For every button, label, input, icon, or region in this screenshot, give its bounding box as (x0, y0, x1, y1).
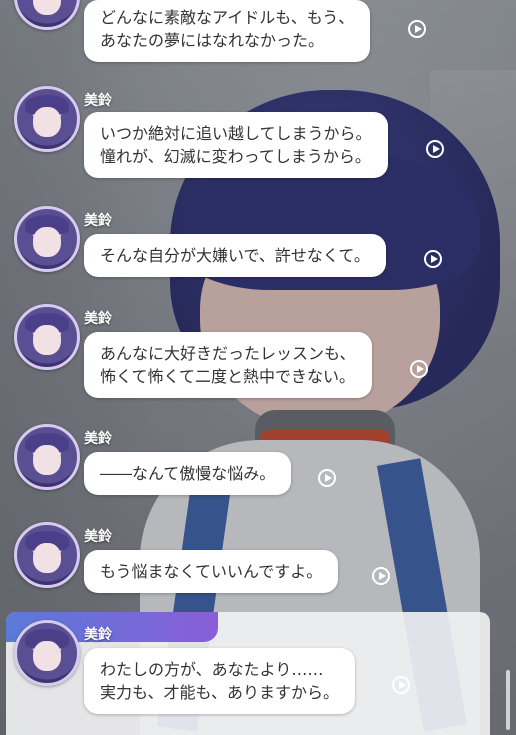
play-voice-button[interactable] (408, 20, 426, 38)
message-bubble: いつか絶対に追い越してしまうから。 憧れが、幻滅に変わってしまうから。 (84, 112, 388, 178)
message-bubble: そんな自分が大嫌いで、許せなくて。 (84, 234, 386, 277)
speaker-name: 美鈴 (84, 529, 112, 545)
message-line: 実力も、才能も、ありますから。 (100, 683, 340, 702)
message-line: どんなに素敵なアイドルも、もう、 (100, 8, 355, 27)
message-bubble: わたしの方が、あなたより…… 実力も、才能も、ありますから。 (84, 648, 356, 714)
message-line: そんな自分が大嫌いで、許せなくて。 (100, 246, 370, 265)
speaker-avatar (14, 86, 80, 152)
speaker-name: 美鈴 (84, 311, 112, 327)
play-voice-button[interactable] (392, 676, 410, 694)
speaker-name: 美鈴 (84, 213, 112, 229)
message-line: あなたの夢にはなれなかった。 (100, 31, 325, 50)
play-voice-button[interactable] (372, 567, 390, 585)
message-line: わたしの方が、あなたより…… (100, 660, 324, 679)
message-line: いつか絶対に追い越してしまうから。 (100, 124, 372, 143)
message-bubble: ――なんて傲慢な悩み。 (84, 452, 292, 495)
log-scrollbar[interactable] (506, 670, 510, 730)
speaker-avatar (14, 620, 80, 686)
speaker-avatar (14, 522, 80, 588)
message-bubble: あんなに大好きだったレッスンも、 怖くて怖くて二度と熱中できない。 (84, 332, 372, 398)
play-voice-button[interactable] (318, 469, 336, 487)
message-line: もう悩まなくていいんですよ。 (100, 562, 323, 581)
message-line: ――なんて傲慢な悩み。 (100, 464, 276, 483)
message-line: 怖くて怖くて二度と熱中できない。 (100, 367, 356, 386)
play-voice-button[interactable] (410, 360, 428, 378)
message-line: 憧れが、幻滅に変わってしまうから。 (100, 147, 371, 166)
message-line: あんなに大好きだったレッスンも、 (100, 344, 356, 363)
speaker-avatar (14, 304, 80, 370)
message-bubble: どんなに素敵なアイドルも、もう、 あなたの夢にはなれなかった。 (84, 0, 371, 62)
speaker-name: 美鈴 (84, 93, 112, 109)
message-bubble: もう悩まなくていいんですよ。 (84, 550, 339, 593)
play-voice-button[interactable] (426, 140, 444, 158)
speaker-avatar (14, 424, 80, 490)
play-voice-button[interactable] (424, 250, 442, 268)
speaker-avatar (14, 206, 80, 272)
speaker-name: 美鈴 (84, 431, 112, 447)
speaker-name: 美鈴 (84, 627, 112, 643)
